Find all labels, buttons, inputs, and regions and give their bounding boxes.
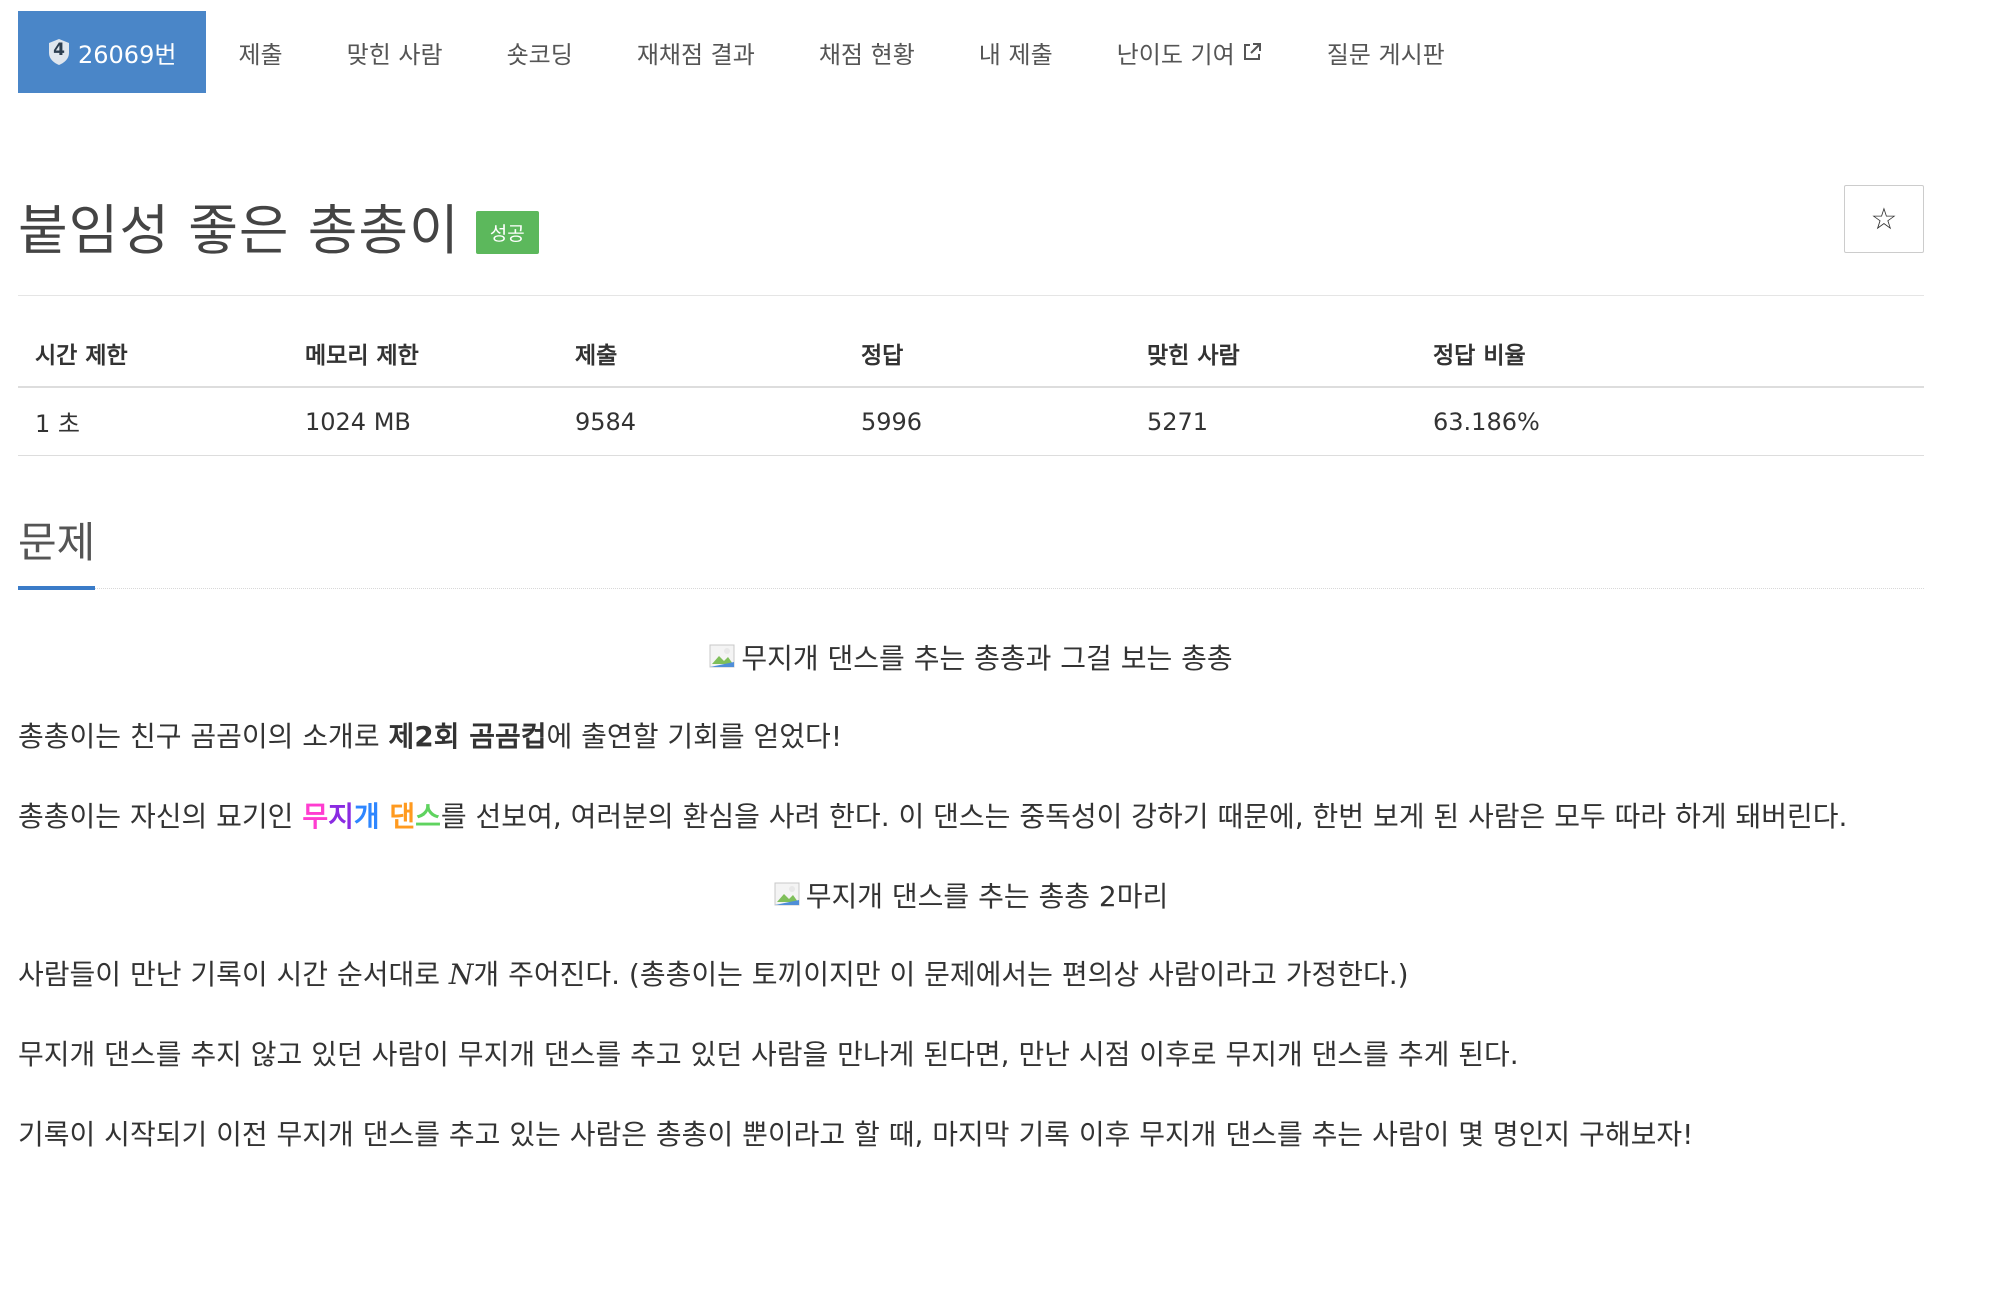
rainbow-dance-text: 무지개 댄스	[302, 800, 441, 833]
stats-header-solvers: 맞힌 사람	[1130, 326, 1416, 388]
page-title: 붙임성 좋은 총총이	[18, 198, 460, 262]
tab-question-board[interactable]: 질문 게시판	[1295, 11, 1477, 93]
favorite-star-button[interactable]: ☆	[1844, 185, 1924, 253]
problem-nav: 4 26069번 제출 맞힌 사람 숏코딩 재채점 결과 채점 현황 내 제출 …	[18, 11, 1924, 93]
tab-short-coding[interactable]: 숏코딩	[475, 11, 605, 93]
paragraph-5: 기록이 시작되기 이전 무지개 댄스를 추고 있는 사람은 총총이 뿐이라고 할…	[18, 1118, 1694, 1151]
paragraph-1-text-a: 총총이는 친구 곰곰이의 소개로	[18, 720, 389, 753]
stats-header-accepted: 정답	[844, 326, 1130, 388]
tier-number: 4	[53, 40, 65, 60]
tab-submit-label: 제출	[238, 40, 283, 69]
rainbow-char: 댄	[389, 800, 416, 833]
tab-judge-status-label: 채점 현황	[818, 40, 915, 69]
problem-description: 무지개 댄스를 추는 총총과 그걸 보는 총총 총총이는 친구 곰곰이의 소개로…	[18, 629, 1924, 1165]
tab-solvers[interactable]: 맞힌 사람	[315, 11, 475, 93]
tab-judge-status[interactable]: 채점 현황	[787, 11, 947, 93]
problem-image-1: 무지개 댄스를 추는 총총과 그걸 보는 총총	[18, 629, 1924, 689]
stats-value-row: 1 초 1024 MB 9584 5996 5271 63.186%	[18, 387, 1924, 456]
tab-submit[interactable]: 제출	[206, 11, 314, 93]
stats-header-submissions: 제출	[558, 326, 844, 388]
contest-name: 제2회 곰곰컵	[388, 720, 547, 753]
external-link-icon	[1241, 41, 1263, 63]
star-icon: ☆	[1870, 201, 1898, 237]
problem-id-label: 26069번	[78, 40, 177, 69]
stats-header-accept-rate: 정답 비율	[1416, 326, 1924, 388]
broken-image-icon	[774, 871, 804, 906]
tab-short-coding-label: 숏코딩	[506, 40, 573, 69]
paragraph-1: 총총이는 친구 곰곰이의 소개로 제2회 곰곰컵에 출연할 기회를 얻었다!	[18, 707, 1924, 767]
tab-question-board-label: 질문 게시판	[1326, 40, 1445, 69]
rainbow-char: 개	[353, 800, 380, 833]
tab-solvers-label: 맞힌 사람	[346, 40, 443, 69]
title-row: 붙임성 좋은 총총이 성공 ☆	[18, 185, 1924, 265]
tier-badge-icon: 4	[48, 38, 70, 66]
stats-time-limit: 1 초	[18, 387, 288, 456]
problem-section-header: 문제	[18, 509, 1924, 590]
problem-image-2-alt: 무지개 댄스를 추는 총총 2마리	[805, 880, 1169, 913]
problem-image-2: 무지개 댄스를 추는 총총 2마리	[18, 867, 1924, 927]
math-variable-n: N	[448, 958, 474, 991]
paragraph-3: 사람들이 만난 기록이 시간 순서대로 N개 주어진다. (총총이는 토끼이지만…	[18, 945, 1924, 1005]
stats-submissions: 9584	[558, 387, 844, 456]
stats-accepted: 5996	[844, 387, 1130, 456]
paragraph-1-text-b: 에 출연할 기회를 얻었다!	[546, 720, 843, 753]
tab-difficulty-contribution-label: 난이도 기여	[1116, 40, 1235, 69]
paragraph-3-text-b: 개 주어진다. (총총이는 토끼이지만 이 문제에서는 편의상 사람이라고 가정…	[473, 958, 1409, 991]
tab-my-submissions[interactable]: 내 제출	[947, 11, 1085, 93]
paragraph-3-text-a: 사람들이 만난 기록이 시간 순서대로	[18, 958, 449, 991]
section-title: 문제	[18, 509, 96, 590]
rainbow-char: 스	[415, 800, 441, 833]
paragraph-4: 무지개 댄스를 추지 않고 있던 사람이 무지개 댄스를 추고 있던 사람을 만…	[18, 1038, 1519, 1071]
tab-my-submissions-label: 내 제출	[978, 40, 1053, 69]
rainbow-char: 지	[328, 800, 354, 833]
tab-difficulty-contribution[interactable]: 난이도 기여	[1085, 11, 1295, 93]
tab-problem[interactable]: 4 26069번	[18, 11, 207, 93]
problem-image-1-alt: 무지개 댄스를 추는 총총과 그걸 보는 총총	[741, 642, 1233, 675]
tab-rejudge-results[interactable]: 재채점 결과	[605, 11, 787, 93]
status-badge: 성공	[475, 210, 539, 254]
rainbow-char	[380, 800, 390, 833]
stats-accept-rate: 63.186%	[1416, 387, 1924, 456]
rainbow-char: 무	[302, 800, 329, 833]
paragraph-2-text-b: 를 선보여, 여러분의 환심을 사려 한다. 이 댄스는 중독성이 강하기 때문…	[440, 800, 1848, 833]
stats-header-time-limit: 시간 제한	[18, 326, 288, 388]
title-divider	[18, 295, 1924, 296]
paragraph-2: 총총이는 자신의 묘기인 무지개 댄스를 선보여, 여러분의 환심을 사려 한다…	[18, 787, 1924, 847]
stats-memory-limit: 1024 MB	[288, 387, 558, 456]
broken-image-icon	[709, 633, 739, 668]
tab-rejudge-results-label: 재채점 결과	[636, 40, 755, 69]
stats-header-memory-limit: 메모리 제한	[288, 326, 558, 388]
stats-header-row: 시간 제한 메모리 제한 제출 정답 맞힌 사람 정답 비율	[18, 326, 1924, 388]
problem-stats-table: 시간 제한 메모리 제한 제출 정답 맞힌 사람 정답 비율 1 초 1024 …	[18, 326, 1924, 456]
paragraph-2-text-a: 총총이는 자신의 묘기인	[18, 800, 303, 833]
problem-page: 4 26069번 제출 맞힌 사람 숏코딩 재채점 결과 채점 현황 내 제출 …	[18, 11, 1924, 1185]
stats-solvers: 5271	[1130, 387, 1416, 456]
